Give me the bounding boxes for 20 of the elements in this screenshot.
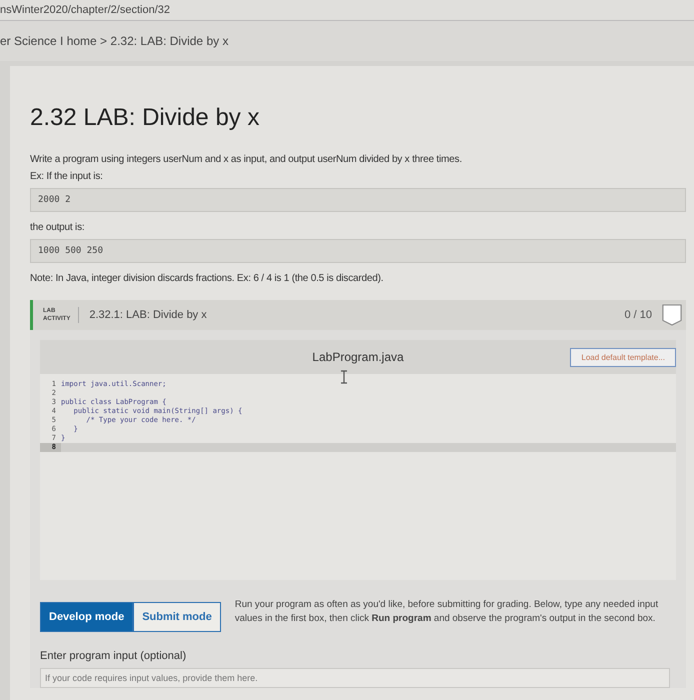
sample-box: 2000 2: [30, 188, 686, 212]
address-bar[interactable]: nsWinter2020/chapter/2/section/32: [0, 0, 694, 21]
bookmark-icon: [662, 304, 682, 326]
instructions-text: Run your program as often as you'd like, before submitting for grading. Below, type any needed input values in the first box, then click Run program and observe the program's output in the second box.: [234, 598, 660, 626]
paragraph: Ex: If the input is:: [30, 171, 104, 182]
section-title: 2.32 LAB: Divide by x: [30, 104, 260, 132]
breadcrumb[interactable]: er Science I home > 2.32: LAB: Divide by x: [0, 21, 694, 61]
paragraph: Write a program using integers userNum and x as input, and output userNum divided by x three times.: [30, 154, 463, 165]
text-cursor-icon: [340, 370, 348, 384]
load-template-button[interactable]: Load default template...: [570, 348, 676, 367]
mode-tab[interactable]: Develop mode: [40, 602, 134, 632]
mode-tab[interactable]: Submit mode: [133, 602, 221, 632]
file-name: LabProgram.java: [312, 350, 404, 364]
sample-box: 1000 500 250: [30, 239, 686, 263]
score-text: 0 / 10: [624, 309, 652, 321]
input-field[interactable]: If your code requires input values, provide them here.: [40, 668, 670, 688]
activity-title: 2.32.1: LAB: Divide by x: [89, 309, 208, 321]
paragraph: the output is:: [30, 222, 86, 233]
input-label: Enter program input (optional): [40, 650, 188, 662]
paragraph: Note: In Java, integer division discards fractions. Ex: 6 / 4 is 1 (the 0.5 is discarded).: [30, 273, 384, 284]
